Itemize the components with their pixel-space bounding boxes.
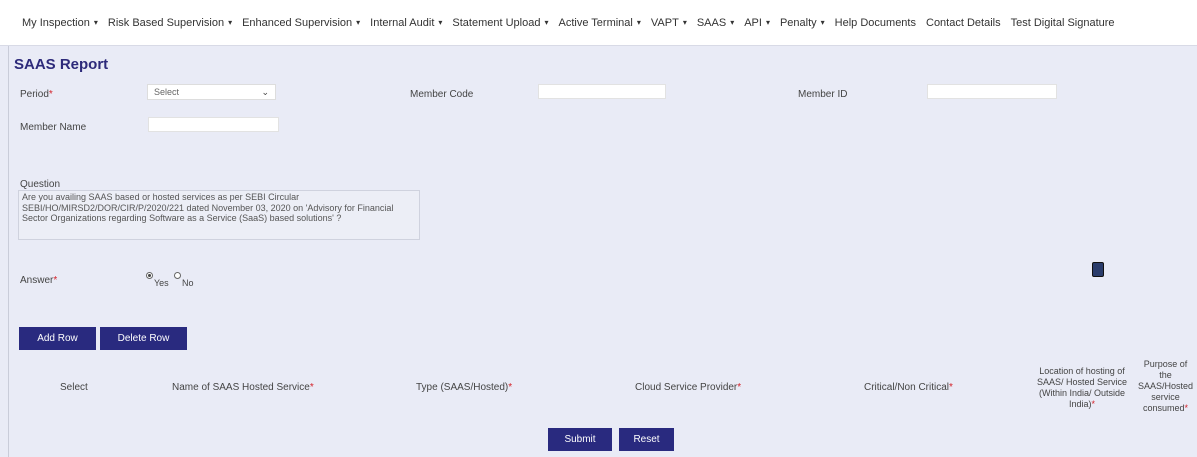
nav-item-label: Enhanced Supervision bbox=[242, 16, 353, 29]
col-location: Location of hosting of SAAS/ Hosted Serv… bbox=[1036, 366, 1128, 409]
left-divider bbox=[8, 46, 9, 457]
col-type: Type (SAAS/Hosted)* bbox=[416, 382, 513, 393]
nav-item-label: VAPT bbox=[650, 16, 679, 29]
nav-item-statement-upload[interactable]: Statement Upload ▾ bbox=[452, 17, 548, 29]
nav-item-label: Active Terminal bbox=[558, 16, 633, 29]
page-title: SAAS Report bbox=[14, 56, 109, 73]
caret-down-icon: ▾ bbox=[438, 18, 443, 27]
nav-item-penalty[interactable]: Penalty ▾ bbox=[780, 17, 825, 29]
caret-down-icon: ▾ bbox=[820, 18, 825, 27]
caret-down-icon: ▾ bbox=[636, 18, 641, 27]
nav-item-internal-audit[interactable]: Internal Audit ▾ bbox=[370, 17, 442, 29]
period-label: Period* bbox=[20, 89, 53, 100]
col-cloud-provider: Cloud Service Provider* bbox=[635, 382, 742, 393]
period-select[interactable]: Select ⌄ bbox=[147, 84, 276, 100]
caret-down-icon: ▾ bbox=[93, 18, 98, 27]
question-label: Question bbox=[20, 179, 61, 190]
nav-item-label: Internal Audit bbox=[370, 16, 435, 29]
nav-item-label: Penalty bbox=[779, 16, 817, 29]
caret-down-icon: ▾ bbox=[682, 18, 687, 27]
nav-item-enhanced-supervision[interactable]: Enhanced Supervision ▾ bbox=[242, 17, 360, 29]
col-select: Select bbox=[60, 382, 88, 393]
nav-item-label: My Inspection bbox=[22, 16, 90, 29]
col-purpose: Purpose of the SAAS/Hosted service consu… bbox=[1137, 359, 1194, 413]
member-id-label: Member ID bbox=[798, 89, 848, 100]
top-nav: My Inspection ▾ Risk Based Supervision ▾ Enh… bbox=[0, 0, 1197, 46]
caret-down-icon: ▾ bbox=[730, 18, 735, 27]
question-text: Are you availing SAAS based or hosted se… bbox=[18, 190, 420, 240]
member-name-input[interactable] bbox=[148, 117, 279, 132]
member-id-input[interactable] bbox=[927, 84, 1057, 99]
period-select-value: Select bbox=[154, 87, 180, 97]
caret-down-icon: ▾ bbox=[544, 18, 549, 27]
nav-item-my-inspection[interactable]: My Inspection ▾ bbox=[22, 17, 98, 29]
nav-item-contact-details[interactable]: Contact Details bbox=[926, 17, 1001, 29]
nav-item-vapt[interactable]: VAPT ▾ bbox=[651, 17, 687, 29]
answer-no-radio[interactable] bbox=[174, 272, 181, 279]
delete-row-button[interactable]: Delete Row bbox=[100, 327, 187, 350]
caret-down-icon: ▾ bbox=[356, 18, 361, 27]
nav-item-saas[interactable]: SAAS ▾ bbox=[697, 17, 734, 29]
nav-item-label: Help Documents bbox=[834, 16, 916, 29]
nav-item-label: Test Digital Signature bbox=[1010, 16, 1115, 29]
add-row-button[interactable]: Add Row bbox=[19, 327, 96, 350]
member-code-label: Member Code bbox=[410, 89, 474, 100]
chevron-down-icon: ⌄ bbox=[261, 86, 269, 97]
nav-item-label: Contact Details bbox=[926, 16, 1001, 29]
nav-item-test-digital-signature[interactable]: Test Digital Signature bbox=[1011, 17, 1115, 29]
submit-button[interactable]: Submit bbox=[548, 428, 612, 451]
answer-label: Answer* bbox=[20, 275, 58, 286]
member-code-input[interactable] bbox=[538, 84, 666, 99]
nav-item-help-documents[interactable]: Help Documents bbox=[835, 17, 916, 29]
answer-yes-label: Yes bbox=[154, 278, 169, 288]
caret-down-icon: ▾ bbox=[765, 18, 770, 27]
nav-item-active-terminal[interactable]: Active Terminal ▾ bbox=[558, 17, 640, 29]
nav-item-label: API bbox=[744, 16, 762, 29]
member-name-label: Member Name bbox=[20, 122, 87, 133]
calculator-icon[interactable] bbox=[1092, 262, 1104, 277]
answer-yes-radio[interactable] bbox=[146, 272, 153, 279]
nav-item-risk-based-supervision[interactable]: Risk Based Supervision ▾ bbox=[108, 17, 232, 29]
col-critical: Critical/Non Critical* bbox=[864, 382, 953, 393]
nav-item-label: SAAS bbox=[696, 16, 727, 29]
caret-down-icon: ▾ bbox=[228, 18, 233, 27]
nav-item-label: Risk Based Supervision bbox=[107, 16, 225, 29]
nav-item-label: Statement Upload bbox=[452, 16, 541, 29]
answer-no-label: No bbox=[182, 278, 194, 288]
nav-item-api[interactable]: API ▾ bbox=[744, 17, 770, 29]
col-service-name: Name of SAAS Hosted Service* bbox=[172, 382, 314, 393]
reset-button[interactable]: Reset bbox=[619, 428, 674, 451]
